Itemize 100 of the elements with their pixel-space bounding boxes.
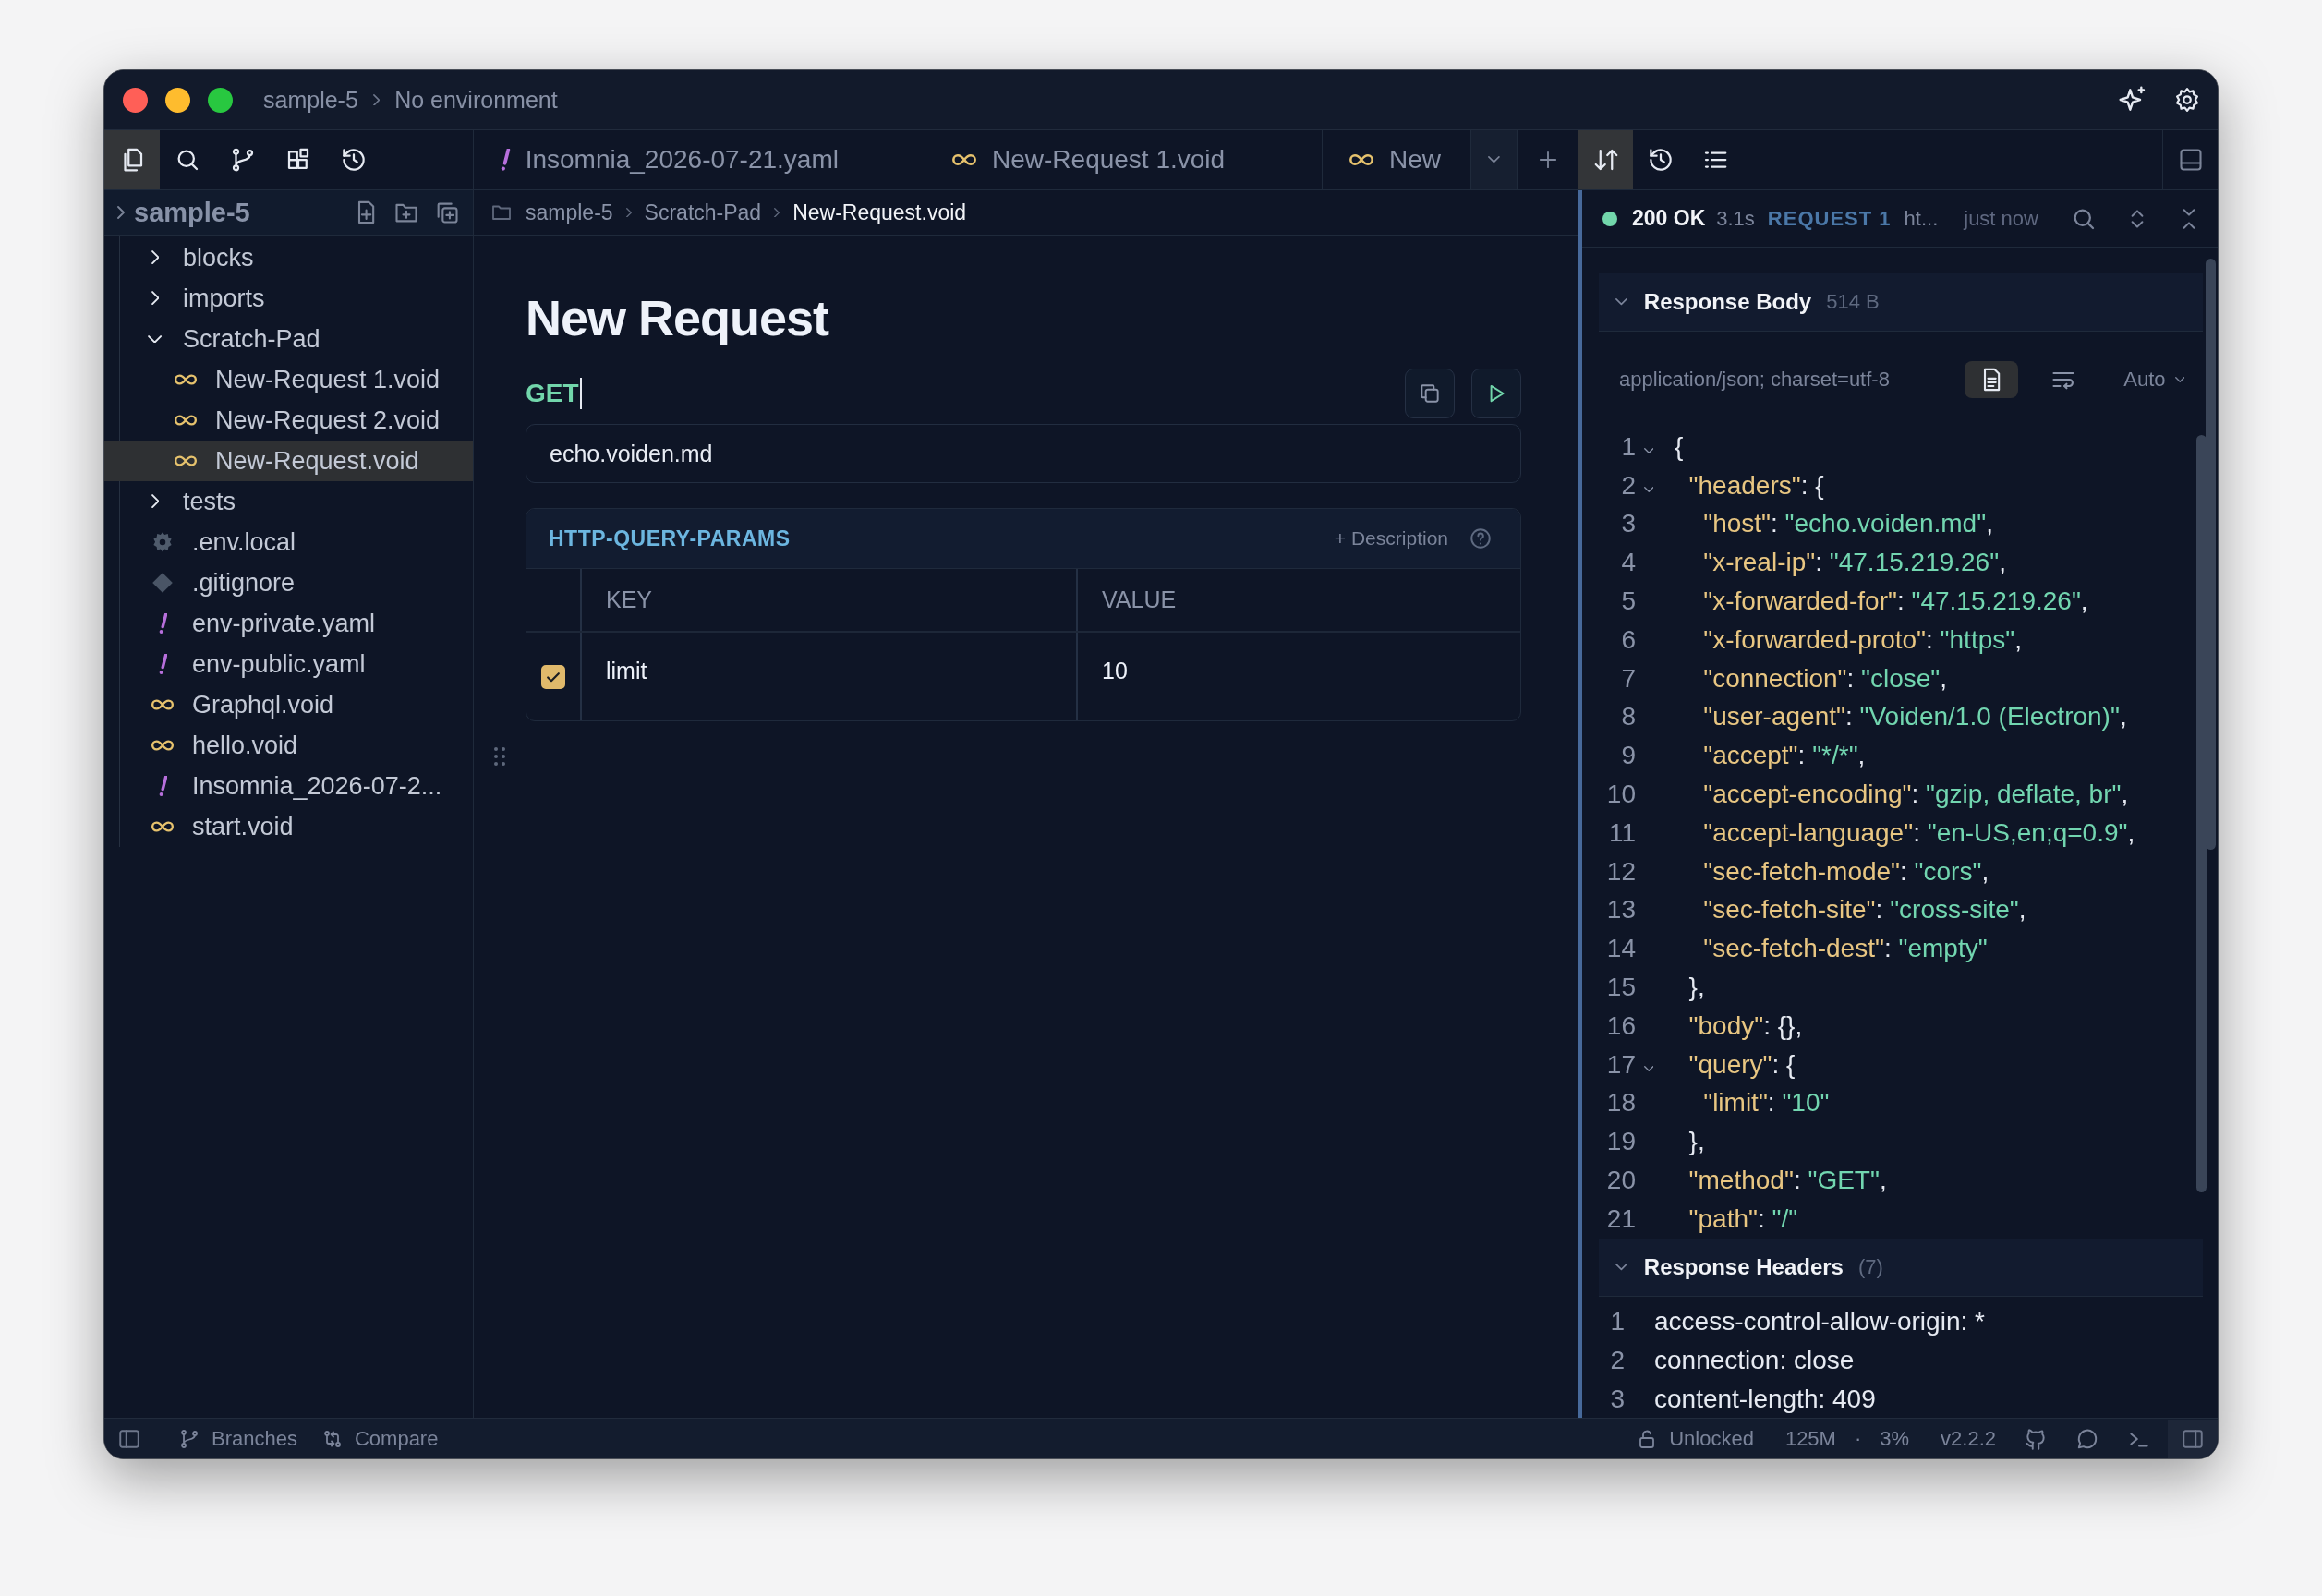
breadcrumb-item[interactable]: Scratch-Pad [644, 200, 762, 225]
exclamation-icon [157, 612, 168, 635]
line-number: 1 [1620, 431, 1636, 462]
tree-item[interactable]: New-Request.void [104, 441, 473, 481]
editor-tab[interactable]: New-Request 1.void [925, 130, 1323, 189]
tree-item[interactable]: Graphql.void [104, 684, 473, 725]
line-number: 2 [1609, 1346, 1625, 1375]
tree-item[interactable]: New-Request 2.void [104, 400, 473, 441]
status-button[interactable]: Compare [320, 1426, 439, 1451]
code-line: "accept": "*/*", [1702, 741, 1866, 771]
lock-status[interactable]: Unlocked [1636, 1426, 1754, 1451]
header-line: content-length: 409 [1654, 1384, 1876, 1414]
minimize-button[interactable] [165, 87, 190, 113]
table-cell[interactable]: 10 [1077, 632, 1520, 720]
fold-caret-icon[interactable] [1643, 486, 1654, 492]
code-line: "sec-fetch-dest": "empty" [1702, 934, 1988, 964]
document-view-button[interactable] [1965, 361, 2019, 398]
chevron-icon [151, 250, 160, 265]
code-line: "connection": "close", [1702, 663, 1948, 694]
header-line: access-control-allow-origin: * [1654, 1307, 1985, 1336]
request-title: New Request [526, 289, 830, 347]
copy-button[interactable] [1405, 369, 1455, 418]
scrollbar[interactable] [2196, 435, 2207, 1192]
help-icon[interactable] [1469, 526, 1493, 550]
url-field[interactable]: echo.voiden.md [526, 424, 1521, 483]
code-line: }, [1687, 973, 1705, 1003]
checkbox[interactable] [541, 664, 565, 689]
line-number: 10 [1605, 780, 1636, 810]
chevron-icon [117, 206, 125, 219]
code-line: "x-real-ip": "47.15.219.26", [1702, 548, 2006, 578]
tree-item[interactable]: Insomnia_2026-07-2... [104, 766, 473, 806]
tree-item[interactable]: blocks [104, 237, 473, 278]
count-label: (7) [1857, 1255, 1883, 1279]
scrollbar[interactable] [2206, 259, 2216, 850]
settings-icon[interactable] [2173, 86, 2201, 114]
editor-tab[interactable]: Insomnia_2026-07-21.yaml [474, 130, 925, 189]
format-dropdown[interactable]: Auto [2123, 368, 2184, 392]
line-number: 18 [1605, 1088, 1636, 1118]
line-number: 16 [1605, 1010, 1636, 1041]
line-number: 11 [1607, 817, 1636, 848]
tree-item[interactable]: tests [104, 481, 473, 522]
tree-item[interactable]: .gitignore [104, 562, 473, 603]
panel-toggle-button[interactable] [2168, 1419, 2218, 1458]
code-line: "path": "/" [1687, 1203, 1798, 1234]
line-number: 9 [1620, 741, 1636, 771]
section-header[interactable]: Response Headers (7) [1599, 1239, 2203, 1297]
code-line: "limit": "10" [1702, 1088, 1830, 1118]
run-button[interactable] [1471, 369, 1521, 418]
tree-item[interactable]: start.void [104, 806, 473, 847]
status-button[interactable]: Branches [178, 1426, 297, 1451]
column-header: VALUE [1077, 569, 1520, 632]
editor-tab[interactable]: New [1323, 130, 1470, 189]
description-link[interactable]: + Description [1334, 527, 1448, 550]
tree-item[interactable]: Scratch-Pad [104, 319, 473, 359]
table-cell[interactable]: limit [581, 632, 1077, 720]
header-line: connection: close [1654, 1346, 1855, 1375]
tree-item[interactable]: New-Request 1.void [104, 359, 473, 400]
fold-caret-icon[interactable] [1643, 447, 1654, 453]
gear-icon [151, 530, 175, 554]
chevron-icon [625, 207, 632, 218]
chevron-icon [2174, 377, 2184, 382]
history-icon [340, 146, 368, 174]
environment-selector[interactable]: No environment [394, 86, 558, 114]
chevron-icon [151, 494, 160, 509]
tree-root[interactable]: sample-5 [104, 190, 473, 236]
chevron-icon [774, 207, 780, 218]
content-type: application/json; charset=utf-8 [1619, 368, 1890, 392]
code-line: "accept-encoding": "gzip, deflate, br", [1702, 780, 2129, 810]
tree-item[interactable]: hello.void [104, 725, 473, 766]
section-title: HTTP-QUERY-PARAMS [549, 526, 791, 551]
code-line: "sec-fetch-mode": "cors", [1702, 856, 1989, 887]
fold-caret-icon[interactable] [1643, 1065, 1654, 1071]
code-line: { [1675, 431, 1684, 462]
line-number: 5 [1620, 586, 1636, 617]
branch-icon [178, 1427, 200, 1450]
line-number: 3 [1620, 509, 1636, 539]
request-response-tab[interactable] [1578, 130, 1633, 189]
code-line: "query": { [1687, 1049, 1796, 1080]
project-name[interactable]: sample-5 [263, 86, 358, 114]
maximize-button[interactable] [208, 87, 233, 113]
method-label[interactable]: GET [526, 379, 579, 408]
tree-item[interactable]: .env.local [104, 522, 473, 562]
line-number: 21 [1605, 1203, 1636, 1234]
tree-item[interactable]: env-private.yaml [104, 603, 473, 644]
line-number: 17 [1605, 1049, 1636, 1080]
chevron-icon [148, 334, 163, 344]
explorer-tab[interactable] [104, 130, 160, 189]
tree-item[interactable]: imports [104, 278, 473, 319]
close-button[interactable] [123, 87, 148, 113]
line-number: 19 [1605, 1127, 1636, 1157]
github-icon[interactable] [2024, 1426, 2048, 1451]
section-header[interactable]: Response Body 514 B [1599, 273, 2203, 332]
breadcrumb-item[interactable]: New-Request.void [792, 200, 967, 225]
exclamation-icon [157, 775, 168, 797]
code-line: "sec-fetch-site": "cross-site", [1702, 895, 2026, 925]
line-number: 8 [1620, 702, 1636, 732]
tree-item[interactable]: env-public.yaml [104, 644, 473, 684]
breadcrumb-item[interactable]: sample-5 [526, 200, 613, 225]
response-time: 3.1s [1716, 206, 1755, 231]
line-number: 20 [1605, 1166, 1636, 1196]
